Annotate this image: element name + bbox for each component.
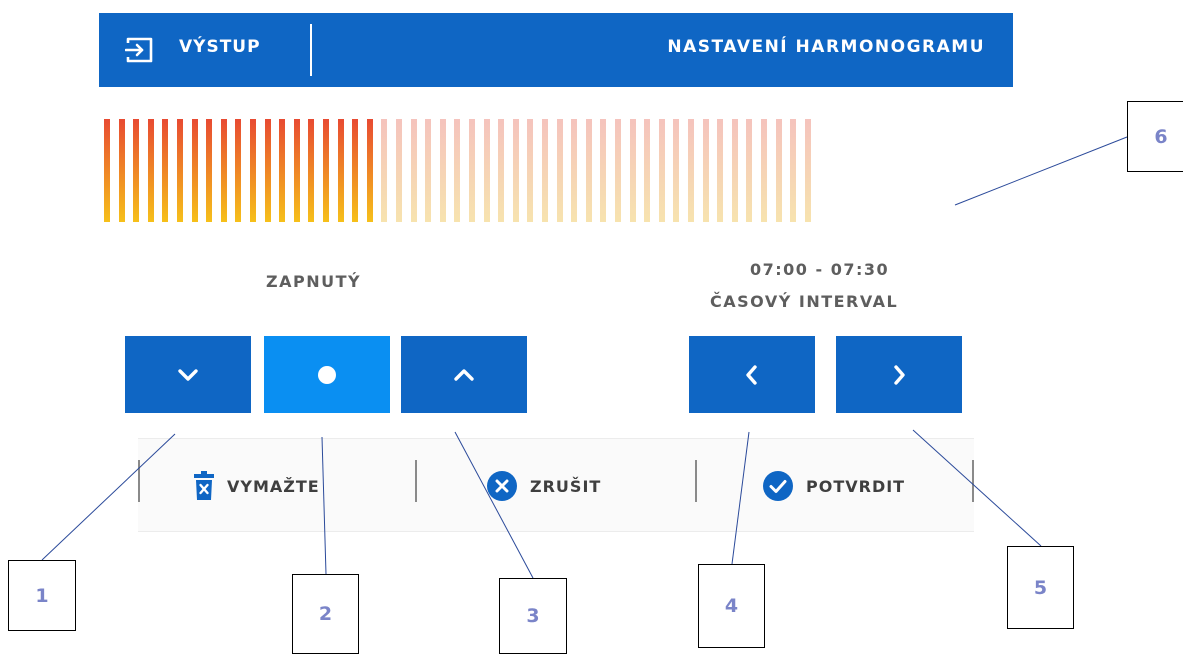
- header-bar: VÝSTUP NASTAVENÍ HARMONOGRAMU: [99, 13, 1013, 87]
- schedule-slot[interactable]: [512, 119, 519, 222]
- schedule-slot[interactable]: [147, 119, 154, 222]
- chevron-left-icon: [746, 364, 757, 385]
- toggle-button[interactable]: [264, 336, 390, 413]
- schedule-slot[interactable]: [790, 119, 797, 222]
- schedule-slot[interactable]: [279, 119, 286, 222]
- schedule-slot[interactable]: [483, 119, 490, 222]
- schedule-slot[interactable]: [381, 119, 388, 222]
- schedule-slot[interactable]: [761, 119, 767, 222]
- schedule-slot[interactable]: [104, 119, 110, 222]
- schedule-slot[interactable]: [162, 119, 169, 222]
- schedule-slot[interactable]: [804, 119, 811, 222]
- next-interval-button[interactable]: [836, 336, 962, 413]
- schedule-slot[interactable]: [191, 119, 198, 222]
- schedule-slot[interactable]: [177, 119, 183, 222]
- action-divider: [972, 460, 974, 502]
- schedule-slot[interactable]: [731, 119, 738, 222]
- schedule-slot[interactable]: [673, 119, 680, 222]
- action-bar: VYMAŽTE ZRUŠIT POTVRDIT: [138, 438, 974, 532]
- exit-label: VÝSTUP: [179, 37, 261, 57]
- close-circle-icon: [487, 471, 517, 501]
- header-divider: [310, 24, 312, 76]
- chevron-right-icon: [894, 364, 905, 385]
- schedule-slot[interactable]: [323, 119, 329, 222]
- schedule-slot[interactable]: [396, 119, 402, 222]
- schedule-slot[interactable]: [235, 119, 242, 222]
- schedule-slot[interactable]: [118, 119, 125, 222]
- callout-lines: [41, 136, 1128, 579]
- delete-label: VYMAŽTE: [227, 476, 320, 496]
- schedule-slot[interactable]: [688, 119, 694, 222]
- time-interval-label: ČASOVÝ INTERVAL: [710, 292, 899, 311]
- schedule-slot[interactable]: [220, 119, 227, 222]
- action-divider: [138, 460, 140, 502]
- schedule-slot[interactable]: [469, 119, 475, 222]
- schedule-slot[interactable]: [308, 119, 315, 222]
- confirm-button[interactable]: POTVRDIT: [762, 439, 905, 533]
- callout-label: 3: [499, 578, 567, 654]
- schedule-slot[interactable]: [439, 119, 446, 222]
- schedule-slot[interactable]: [133, 119, 140, 222]
- delete-button[interactable]: VYMAŽTE: [193, 439, 320, 533]
- chevron-up-icon: [454, 368, 474, 381]
- schedule-slot[interactable]: [527, 119, 534, 222]
- schedule-slot[interactable]: [615, 119, 621, 222]
- previous-interval-button[interactable]: [689, 336, 815, 413]
- schedule-slot[interactable]: [629, 119, 636, 222]
- exit-icon: [125, 37, 153, 63]
- chevron-down-icon: [178, 368, 198, 381]
- schedule-slot[interactable]: [206, 119, 213, 222]
- schedule-slot[interactable]: [585, 119, 592, 222]
- schedule-slot[interactable]: [498, 119, 505, 222]
- schedule-slot[interactable]: [293, 119, 300, 222]
- exit-button[interactable]: VÝSTUP: [99, 13, 311, 87]
- callout-label: 1: [8, 560, 76, 631]
- schedule-slot[interactable]: [264, 119, 271, 222]
- increase-button[interactable]: [401, 336, 527, 413]
- cancel-button[interactable]: ZRUŠIT: [486, 439, 601, 533]
- action-divider: [695, 460, 697, 502]
- schedule-bar[interactable]: [104, 119, 1014, 222]
- schedule-slot[interactable]: [337, 119, 344, 222]
- trash-icon: [194, 471, 214, 500]
- schedule-slot[interactable]: [717, 119, 724, 222]
- schedule-slot[interactable]: [425, 119, 432, 222]
- mode-status-label: ZAPNUTÝ: [266, 272, 362, 291]
- confirm-label: POTVRDIT: [806, 476, 906, 496]
- schedule-slot[interactable]: [410, 119, 417, 222]
- schedule-slot[interactable]: [746, 119, 753, 222]
- decrease-button[interactable]: [125, 336, 251, 413]
- schedule-slot[interactable]: [571, 119, 578, 222]
- schedule-slot[interactable]: [600, 119, 607, 222]
- time-range-text: 07:00 - 07:30: [750, 260, 890, 279]
- schedule-slot[interactable]: [366, 119, 373, 222]
- callout-label: 5: [1007, 546, 1074, 629]
- action-divider: [415, 460, 417, 502]
- check-circle-icon: [763, 471, 793, 501]
- schedule-slot[interactable]: [702, 119, 709, 222]
- dot-icon: [318, 365, 336, 384]
- schedule-slot[interactable]: [644, 119, 651, 222]
- schedule-slot[interactable]: [556, 119, 563, 222]
- schedule-slot[interactable]: [250, 119, 256, 222]
- schedule-slot[interactable]: [775, 119, 782, 222]
- cancel-label: ZRUŠIT: [530, 476, 602, 496]
- callout-label: 6: [1127, 101, 1183, 172]
- schedule-slot[interactable]: [352, 119, 359, 222]
- callout-label: 2: [292, 574, 359, 654]
- page-title: NASTAVENÍ HARMONOGRAMU: [667, 37, 985, 57]
- schedule-slot[interactable]: [658, 119, 665, 222]
- schedule-slot[interactable]: [454, 119, 461, 222]
- schedule-slot[interactable]: [542, 119, 548, 222]
- callout-label: 4: [698, 564, 765, 648]
